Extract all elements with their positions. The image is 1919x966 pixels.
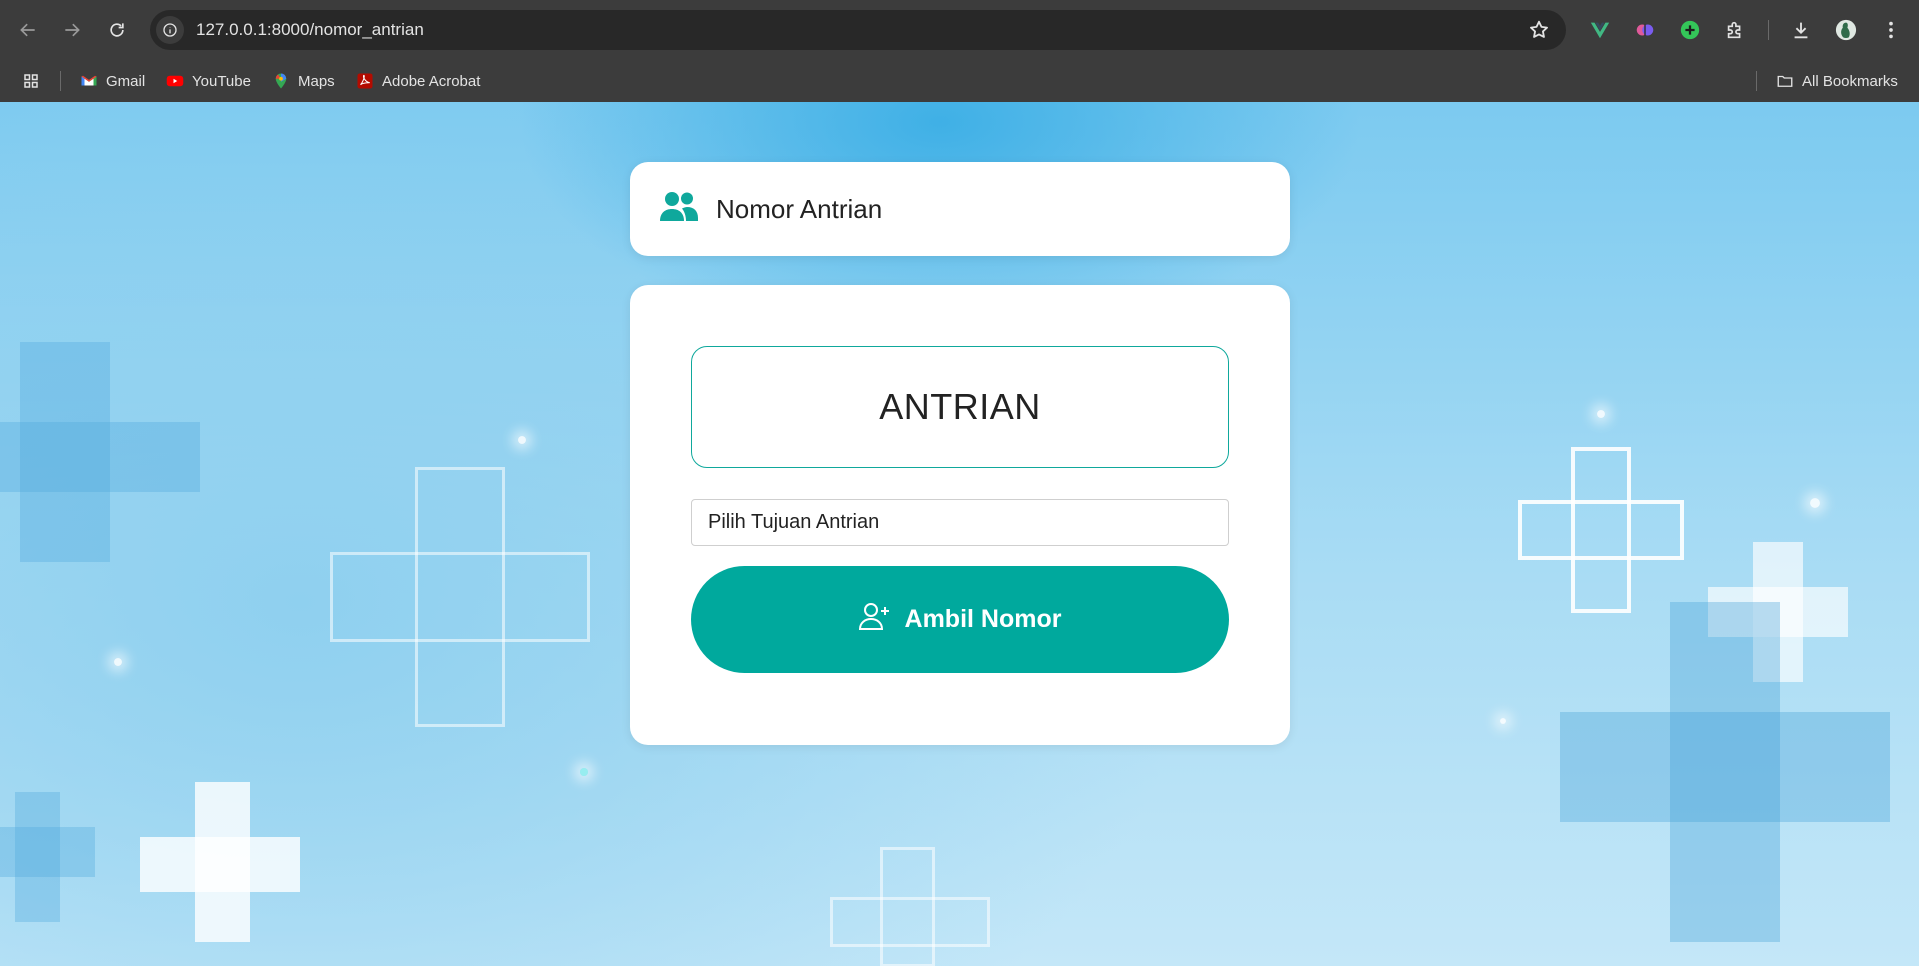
apps-grid-icon[interactable] xyxy=(22,60,40,102)
take-number-button[interactable]: Ambil Nomor xyxy=(691,566,1229,673)
bookmark-youtube[interactable]: YouTube xyxy=(166,60,251,102)
user-plus-icon xyxy=(858,602,891,637)
background-cross xyxy=(0,342,200,562)
background-cross xyxy=(0,792,100,922)
all-bookmarks-button[interactable]: All Bookmarks xyxy=(1776,60,1898,102)
acrobat-icon xyxy=(356,72,374,90)
header-card: Nomor Antrian xyxy=(630,162,1290,256)
back-button[interactable] xyxy=(12,14,44,46)
downloads-icon[interactable] xyxy=(1787,16,1815,44)
bookmark-adobe-acrobat[interactable]: Adobe Acrobat xyxy=(356,60,480,102)
toolbar-divider xyxy=(1768,20,1769,40)
all-bookmarks-label: All Bookmarks xyxy=(1802,72,1898,90)
address-bar[interactable]: 127.0.0.1:8000/nomor_antrian xyxy=(150,10,1566,50)
page-title: Nomor Antrian xyxy=(716,194,883,224)
background-cross xyxy=(1560,602,1890,942)
bookmark-gmail[interactable]: Gmail xyxy=(80,60,145,102)
take-number-label: Ambil Nomor xyxy=(904,605,1062,633)
background-cross-outline xyxy=(1518,447,1684,613)
page-background: Nomor Antrian ANTRIAN Pilih Tujuan Antri… xyxy=(0,102,1919,966)
background-sparkle xyxy=(1500,718,1506,724)
reload-button[interactable] xyxy=(101,14,133,46)
bookmarks-bar: Gmail YouTube Maps Adobe Acrobat All Boo… xyxy=(0,60,1919,102)
url-text: 127.0.0.1:8000/nomor_antrian xyxy=(196,20,424,39)
bookmark-maps[interactable]: Maps xyxy=(272,60,335,102)
queue-card: ANTRIAN Pilih Tujuan Antrian Ambil Nomor xyxy=(630,285,1290,745)
bookmarks-divider xyxy=(60,71,61,91)
vue-devtools-icon[interactable] xyxy=(1586,16,1614,44)
folder-icon xyxy=(1776,72,1794,90)
background-sparkle xyxy=(518,436,526,444)
background-sparkle xyxy=(1810,498,1820,508)
queue-number-display: ANTRIAN xyxy=(691,346,1229,468)
profile-avatar[interactable] xyxy=(1832,16,1860,44)
bookmarks-divider-right xyxy=(1756,71,1757,91)
background-sparkle xyxy=(580,768,588,776)
background-cross-outline xyxy=(830,847,990,966)
brain-extension-icon[interactable] xyxy=(1631,16,1659,44)
extensions-puzzle-icon[interactable] xyxy=(1721,16,1749,44)
bookmark-label: YouTube xyxy=(192,72,251,90)
browser-chrome: 127.0.0.1:8000/nomor_antrian Gmail YouTu… xyxy=(0,0,1919,102)
background-cross-white xyxy=(140,782,300,942)
background-sparkle xyxy=(1597,410,1605,418)
bookmark-star-icon[interactable] xyxy=(1528,19,1550,41)
maps-icon xyxy=(272,72,290,90)
bookmark-label: Gmail xyxy=(106,72,146,90)
bookmark-label: Maps xyxy=(298,72,335,90)
forward-button[interactable] xyxy=(56,14,88,46)
menu-kebab-icon[interactable] xyxy=(1877,16,1905,44)
bookmark-label: Adobe Acrobat xyxy=(382,72,481,90)
site-info-icon[interactable] xyxy=(156,16,184,44)
background-sparkle xyxy=(114,658,122,666)
users-icon xyxy=(660,191,698,223)
gmail-icon xyxy=(80,72,98,90)
browser-toolbar: 127.0.0.1:8000/nomor_antrian xyxy=(0,0,1919,60)
destination-select[interactable]: Pilih Tujuan Antrian xyxy=(691,499,1229,546)
youtube-icon xyxy=(166,72,184,90)
add-extension-icon[interactable] xyxy=(1676,16,1704,44)
background-cross-outline xyxy=(330,467,590,727)
